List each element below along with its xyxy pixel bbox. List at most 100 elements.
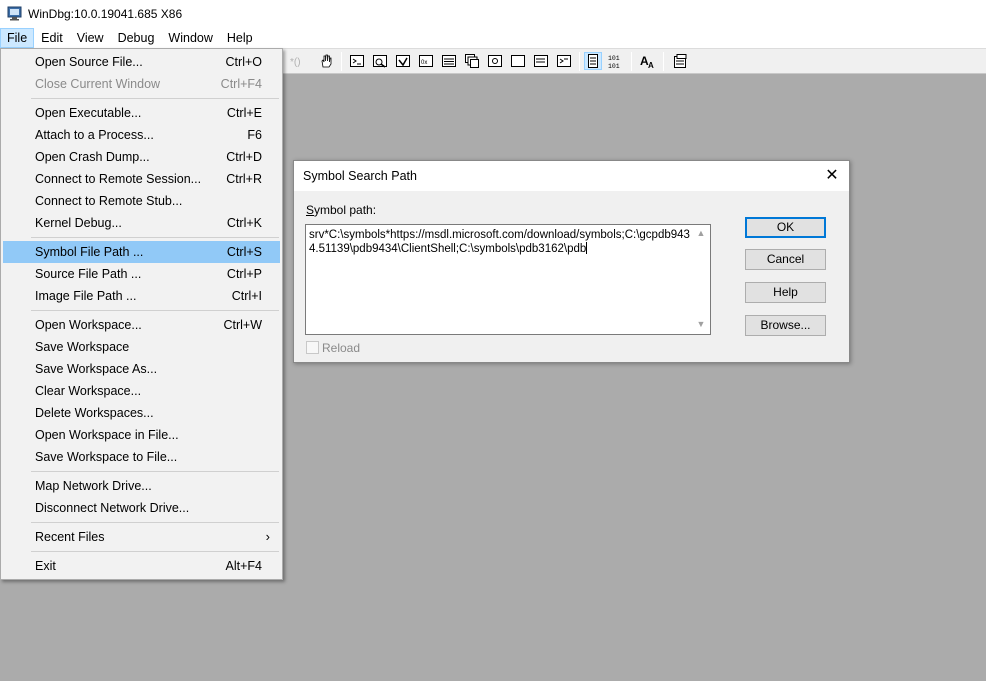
menu-item-label: Kernel Debug... [35,216,122,230]
menu-separator [31,522,279,523]
menu-item-label: Save Workspace to File... [35,450,178,464]
menu-item-symbol-file-path[interactable]: Symbol File Path ... Ctrl+S [3,241,280,263]
menu-item-shortcut: Ctrl+D [226,150,262,164]
symbol-path-label: Symbol path: [306,203,377,217]
menu-item-shortcut: Ctrl+F4 [220,77,262,91]
menu-item-kernel-debug[interactable]: Kernel Debug... Ctrl+K [3,212,280,234]
menu-item-image-file-path[interactable]: Image File Path ... Ctrl+I [3,285,280,307]
font-icon[interactable]: AA [640,53,656,69]
disassembly-icon[interactable] [487,53,503,69]
menu-item-label: Save Workspace [35,340,130,354]
menu-item-disconnect-network-drive[interactable]: Disconnect Network Drive... [3,497,280,519]
break-icon[interactable]: *() [288,53,304,69]
text-caret [586,242,588,254]
svg-text:101: 101 [608,55,620,62]
menu-item-label: Disconnect Network Drive... [35,501,190,515]
menu-item-open-executable[interactable]: Open Executable... Ctrl+E [3,102,280,124]
symbol-path-input[interactable]: srv*C:\symbols*https://msdl.microsoft.co… [305,224,711,335]
source-mode-icon[interactable] [584,52,602,70]
scroll-down-icon[interactable]: ▼ [694,319,708,331]
menu-separator [31,98,279,99]
menu-window[interactable]: Window [161,28,219,48]
submenu-arrow-icon: › [265,529,270,544]
registers-window-icon[interactable]: 0x [418,53,434,69]
command-browser-icon[interactable] [556,53,572,69]
menu-item-label: Map Network Drive... [35,479,152,493]
processes-threads-icon[interactable] [533,53,549,69]
close-icon[interactable]: ✕ [815,161,849,191]
menu-item-connect-remote-session[interactable]: Connect to Remote Session... Ctrl+R [3,168,280,190]
menu-item-shortcut: Ctrl+K [226,216,262,230]
call-stack-icon[interactable] [464,53,480,69]
hex-mode-icon[interactable]: 101101 [608,53,624,69]
locals-window-icon[interactable] [395,53,411,69]
menu-file[interactable]: File [0,28,35,48]
browse-button[interactable]: Browse... [745,315,826,336]
help-button[interactable]: Help [745,282,826,303]
svg-text:0x: 0x [421,60,427,66]
scroll-up-icon[interactable]: ▲ [694,228,708,240]
menu-separator [31,310,279,311]
dialog-title: Symbol Search Path [303,169,417,183]
window-title: WinDbg:10.0.19041.685 X86 [28,7,183,21]
menu-item-recent-files[interactable]: Recent Files › [3,526,280,548]
menu-item-map-network-drive[interactable]: Map Network Drive... [3,475,280,497]
menu-view[interactable]: View [70,28,111,48]
menu-item-label: Connect to Remote Stub... [35,194,183,208]
menu-item-delete-workspaces[interactable]: Delete Workspaces... [3,402,280,424]
menu-item-shortcut: Ctrl+R [226,172,262,186]
menu-item-save-workspace-to-file[interactable]: Save Workspace to File... [3,446,280,468]
menu-item-label: Save Workspace As... [35,362,158,376]
menu-item-shortcut: Ctrl+O [225,55,262,69]
menu-item-label: Connect to Remote Session... [35,172,202,186]
svg-text:101: 101 [608,63,620,69]
command-window-icon[interactable] [349,53,365,69]
menu-item-shortcut: Alt+F4 [225,559,262,573]
menu-item-save-workspace[interactable]: Save Workspace [3,336,280,358]
menu-item-label: Open Workspace in File... [35,428,179,442]
menu-item-label: Open Workspace... [35,318,142,332]
menu-item-label: Source File Path ... [35,267,142,281]
menu-help[interactable]: Help [220,28,260,48]
ok-button[interactable]: OK [745,217,826,238]
menu-item-close-current-window: Close Current Window Ctrl+F4 [3,73,280,95]
menu-item-open-crash-dump[interactable]: Open Crash Dump... Ctrl+D [3,146,280,168]
menu-item-label: Close Current Window [35,77,161,91]
menu-item-open-workspace[interactable]: Open Workspace... Ctrl+W [3,314,280,336]
memory-window-icon[interactable] [441,53,457,69]
svg-text:A: A [648,61,654,69]
menu-item-open-source-file[interactable]: Open Source File... Ctrl+O [3,51,280,73]
file-menu-dropdown: Open Source File... Ctrl+O Close Current… [0,48,283,580]
menu-item-source-file-path[interactable]: Source File Path ... Ctrl+P [3,263,280,285]
menu-item-clear-workspace[interactable]: Clear Workspace... [3,380,280,402]
menu-item-label: Attach to a Process... [35,128,154,142]
menu-item-attach-process[interactable]: Attach to a Process... F6 [3,124,280,146]
watch-window-icon[interactable] [372,53,388,69]
hand-icon[interactable] [318,53,334,69]
dialog-title-bar: Symbol Search Path ✕ [294,161,849,191]
scratch-pad-icon[interactable] [510,53,526,69]
options-icon[interactable] [672,53,688,69]
menu-item-exit[interactable]: Exit Alt+F4 [3,555,280,577]
menu-item-connect-remote-stub[interactable]: Connect to Remote Stub... [3,190,280,212]
toolbar-separator [663,52,664,71]
toolbar-separator [579,52,580,71]
cancel-button[interactable]: Cancel [745,249,826,270]
menu-item-shortcut: Ctrl+E [226,106,262,120]
menu-item-shortcut: Ctrl+I [231,289,262,303]
svg-text:*(): *() [290,57,301,68]
menu-item-shortcut: Ctrl+W [223,318,262,332]
menu-item-label: Symbol File Path ... [35,245,144,259]
menu-item-open-workspace-in-file[interactable]: Open Workspace in File... [3,424,280,446]
symbol-path-value: srv*C:\symbols*https://msdl.microsoft.co… [309,229,690,255]
toolbar-separator [631,52,632,71]
menu-edit[interactable]: Edit [34,28,70,48]
symbol-search-path-dialog: Symbol Search Path ✕ Symbol path: srv*C:… [293,160,850,363]
menu-item-save-workspace-as[interactable]: Save Workspace As... [3,358,280,380]
menu-bar: File Edit View Debug Window Help [0,28,986,48]
menu-item-shortcut: F6 [247,128,262,142]
menu-separator [31,471,279,472]
menu-debug[interactable]: Debug [111,28,162,48]
symbol-path-label-text: ymbol path: [314,203,377,217]
menu-item-shortcut: Ctrl+S [226,245,262,259]
